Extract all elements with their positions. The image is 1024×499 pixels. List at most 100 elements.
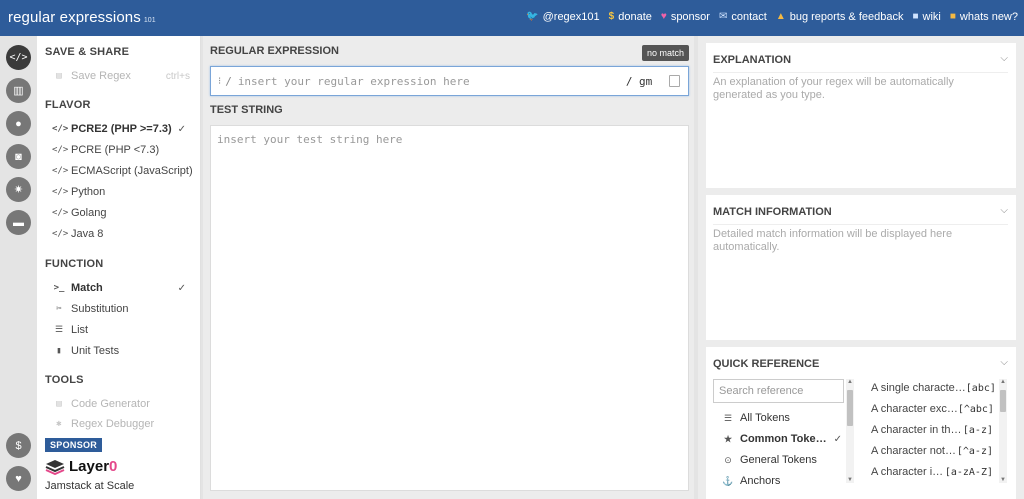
code-icon: </>	[52, 166, 69, 176]
flavor-java8[interactable]: </> Java 8	[52, 226, 192, 242]
reference-token[interactable]: A character exc… [^abc]	[871, 401, 994, 417]
sponsor-logo[interactable]: Layer0	[45, 458, 117, 475]
book-icon: ■	[912, 11, 919, 22]
flask-icon: ▮	[56, 346, 62, 356]
test-string-input[interactable]	[211, 126, 688, 490]
terminal-icon: >_	[53, 283, 65, 293]
library-icon[interactable]: ▥	[6, 78, 31, 103]
star-icon: ★	[723, 433, 733, 444]
flavor-python[interactable]: </> Python	[52, 184, 192, 200]
flavor-label: Java 8	[71, 228, 104, 240]
regex-input[interactable]	[237, 74, 626, 88]
code-icon: </>	[52, 145, 69, 155]
sponsor-icon[interactable]: ♥	[6, 466, 31, 491]
nav-twitter-link[interactable]: 🐦 @regex101	[526, 11, 600, 23]
all-tokens-icon: ☰	[723, 412, 733, 423]
nav-label: donate	[618, 11, 652, 23]
token-scrollbar[interactable]: ▲ ▼	[999, 379, 1007, 483]
scroll-up-icon[interactable]: ▲	[846, 379, 854, 385]
copy-icon[interactable]	[669, 75, 680, 87]
check-icon: ✓	[833, 433, 842, 445]
scroll-down-icon[interactable]: ▼	[999, 477, 1007, 483]
regex-flags-button[interactable]: / gm	[626, 75, 653, 88]
nav-whats-new-link[interactable]: ■ whats new?	[950, 11, 1018, 23]
function-substitution[interactable]: ✂ Substitution	[52, 301, 192, 317]
regex-section-title: REGULAR EXPRESSION	[210, 45, 339, 57]
nav-label: @regex101	[542, 11, 600, 23]
reference-token[interactable]: A character in th… [a-z]	[871, 422, 993, 438]
explanation-text: An explanation of your regex will be aut…	[713, 76, 954, 101]
function-label: Match	[71, 282, 103, 294]
match-status-badge: no match	[641, 45, 689, 61]
test-string-box	[210, 125, 689, 491]
brand-name: regular expressions	[8, 9, 141, 26]
chevron-down-icon[interactable]: ⌵	[1000, 357, 1008, 368]
nav-sponsor-link[interactable]: ♥ sponsor	[661, 11, 710, 23]
reference-category-all-tokens[interactable]: ☰ All Tokens	[722, 410, 840, 426]
nav-wiki-link[interactable]: ■ wiki	[912, 11, 940, 23]
reference-token[interactable]: A single characte… [abc]	[871, 380, 996, 396]
function-label: Substitution	[71, 303, 129, 315]
nav-contact-link[interactable]: ✉ contact	[719, 11, 767, 23]
explanation-title: EXPLANATION	[713, 54, 792, 66]
info-panel: EXPLANATION ⌵ An explanation of your reg…	[698, 36, 1024, 499]
sponsor-name: Layer0	[69, 458, 118, 475]
save-icon: ▤	[56, 71, 62, 81]
match-info-title: MATCH INFORMATION	[713, 206, 832, 218]
flavor-label: PCRE (PHP <7.3)	[71, 144, 160, 156]
twitter-icon: 🐦	[526, 11, 539, 22]
tool-code-generator[interactable]: ▤ Code Generator	[52, 396, 192, 412]
token-description: A single characte…	[871, 382, 966, 394]
bug-icon: ✱	[56, 419, 62, 429]
code-icon: </>	[52, 124, 69, 134]
scrollbar-thumb[interactable]	[1000, 390, 1006, 412]
nav-label: wiki	[922, 11, 941, 23]
flavor-ecmascript[interactable]: </> ECMAScript (JavaScript)	[52, 163, 193, 179]
settings-icon[interactable]: ✷	[6, 177, 31, 202]
chevron-down-icon[interactable]: ⌵	[1000, 205, 1008, 216]
token-description: A character i…	[871, 466, 944, 478]
function-unit-tests[interactable]: ▮ Unit Tests	[52, 343, 192, 359]
section-title-flavor: FLAVOR	[45, 99, 91, 111]
function-list[interactable]: ☰ List	[52, 322, 192, 338]
reference-token[interactable]: A character i… [a-zA-Z]	[871, 464, 993, 480]
chevron-down-icon[interactable]: ⌵	[1000, 53, 1008, 64]
flavor-pcre[interactable]: </> PCRE (PHP <7.3)	[52, 142, 192, 158]
left-sidebar: SAVE & SHARE ▤ Save Regex ctrl+s FLAVOR …	[37, 36, 201, 499]
save-regex-button[interactable]: ▤ Save Regex ctrl+s	[52, 68, 192, 84]
category-scrollbar[interactable]: ▲ ▼	[846, 379, 854, 483]
regex-editor-icon[interactable]: </>	[6, 45, 31, 70]
tool-regex-debugger[interactable]: ✱ Regex Debugger	[52, 416, 192, 432]
reference-category-anchors[interactable]: ⚓ Anchors	[722, 473, 840, 489]
scroll-down-icon[interactable]: ▼	[846, 477, 854, 483]
donate-icon[interactable]: $	[6, 433, 31, 458]
chat-icon[interactable]: ▬	[6, 210, 31, 235]
brand-logo[interactable]: regular expressions 101	[8, 9, 156, 26]
scroll-up-icon[interactable]: ▲	[999, 379, 1007, 385]
drag-handle-icon[interactable]: ⁝	[218, 76, 221, 87]
reference-category-general-tokens[interactable]: ⊙ General Tokens	[722, 452, 840, 468]
account-icon[interactable]: ●	[6, 111, 31, 136]
heart-icon: ♥	[660, 11, 667, 22]
match-info-text: Detailed match information will be displ…	[713, 228, 953, 253]
section-title-save-share: SAVE & SHARE	[45, 46, 130, 58]
nav-bug-reports-link[interactable]: ▲ bug reports & feedback	[776, 11, 904, 23]
reference-search-input[interactable]	[714, 380, 843, 402]
reference-token[interactable]: A character not… [^a-z]	[871, 443, 993, 459]
top-header: regular expressions 101 🐦 @regex101 $ don…	[0, 0, 1024, 36]
flavor-pcre2[interactable]: </> PCRE2 (PHP >=7.3) ✓	[52, 121, 192, 137]
regex-open-delimiter: /	[225, 74, 232, 88]
quick-reference-card: QUICK REFERENCE ⌵ ☰ All Tokens ★ Common …	[706, 347, 1016, 499]
nav-donate-link[interactable]: $ donate	[609, 11, 652, 23]
flavor-golang[interactable]: </> Golang	[52, 205, 192, 221]
reference-category-common-tokens[interactable]: ★ Common Toke… ✓	[722, 431, 842, 447]
save-shortcut: ctrl+s	[165, 70, 190, 82]
quick-reference-title: QUICK REFERENCE	[713, 358, 820, 370]
editor-panel: REGULAR EXPRESSION no match ⁝ / / gm TES…	[203, 36, 694, 499]
section-title-tools: TOOLS	[45, 374, 84, 386]
category-label: Common Toke…	[740, 433, 827, 445]
quiz-icon[interactable]: ◙	[6, 144, 31, 169]
brand-version: 101	[143, 17, 156, 24]
function-match[interactable]: >_ Match ✓	[52, 280, 192, 296]
scrollbar-thumb[interactable]	[847, 390, 853, 426]
